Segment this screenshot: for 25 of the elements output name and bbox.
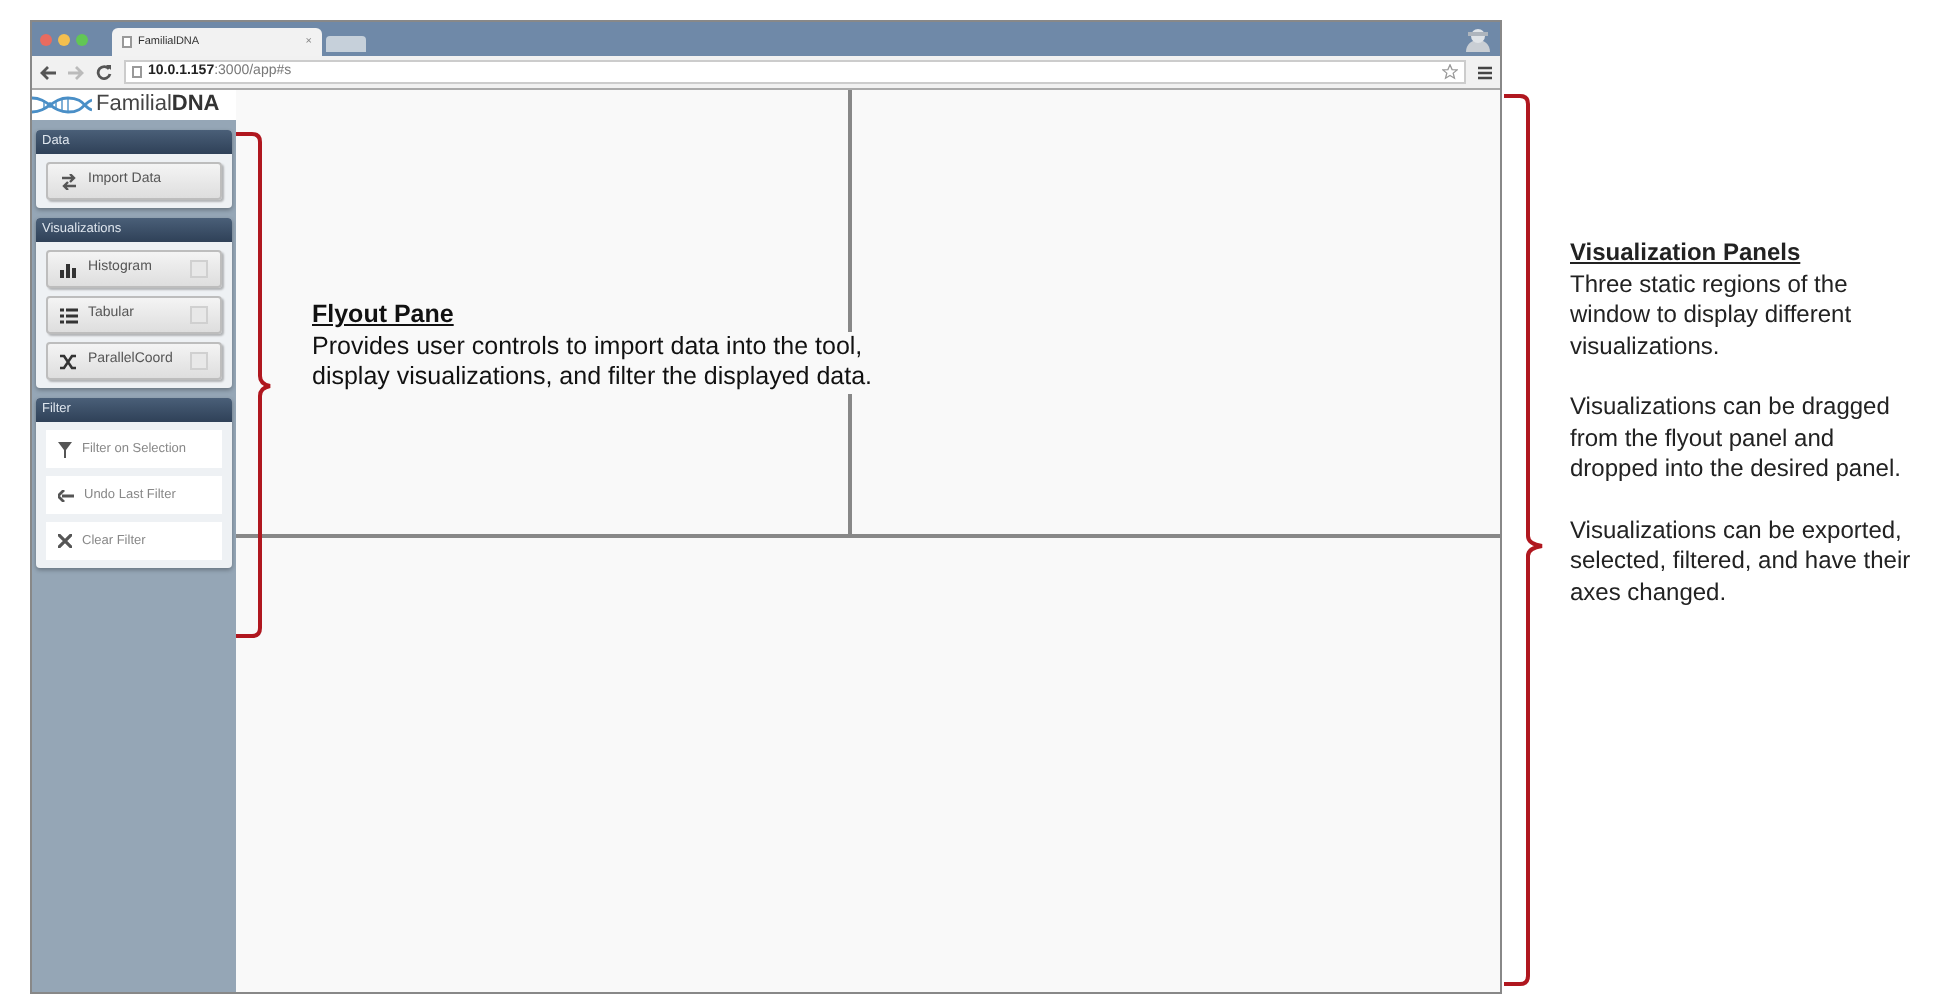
left-arrow-icon xyxy=(58,489,74,501)
funnel-icon xyxy=(58,441,72,457)
forward-arrow-icon[interactable] xyxy=(68,65,84,79)
grip-icon xyxy=(190,352,208,370)
bar-chart-icon xyxy=(60,261,78,277)
grip-icon xyxy=(190,260,208,278)
note-title: Visualization Panels xyxy=(1570,238,1803,269)
app-title: FamilialDNA xyxy=(96,94,220,116)
grip-icon xyxy=(190,306,208,324)
incognito-icon xyxy=(1464,26,1492,52)
note-text: Visualizations can be exported, selected, filtered, and have their axes changed. xyxy=(1570,515,1913,608)
reload-icon[interactable] xyxy=(96,64,112,80)
page-icon xyxy=(122,36,132,48)
page-icon xyxy=(132,66,142,78)
dna-helix-icon xyxy=(32,94,92,116)
close-icon xyxy=(58,534,72,548)
back-arrow-icon[interactable] xyxy=(40,65,56,79)
swap-arrows-icon xyxy=(60,173,78,189)
note-title: Flyout Pane xyxy=(312,300,456,331)
shuffle-icon xyxy=(60,353,78,369)
note-text: Three static regions of the window to display different visualizations. xyxy=(1570,269,1854,362)
menu-icon[interactable] xyxy=(1478,65,1492,79)
list-icon xyxy=(60,307,78,323)
note-text: Visualizations can be dragged from the flyout panel and dropped into the desired panel. xyxy=(1570,392,1903,485)
star-icon[interactable] xyxy=(1442,64,1458,80)
